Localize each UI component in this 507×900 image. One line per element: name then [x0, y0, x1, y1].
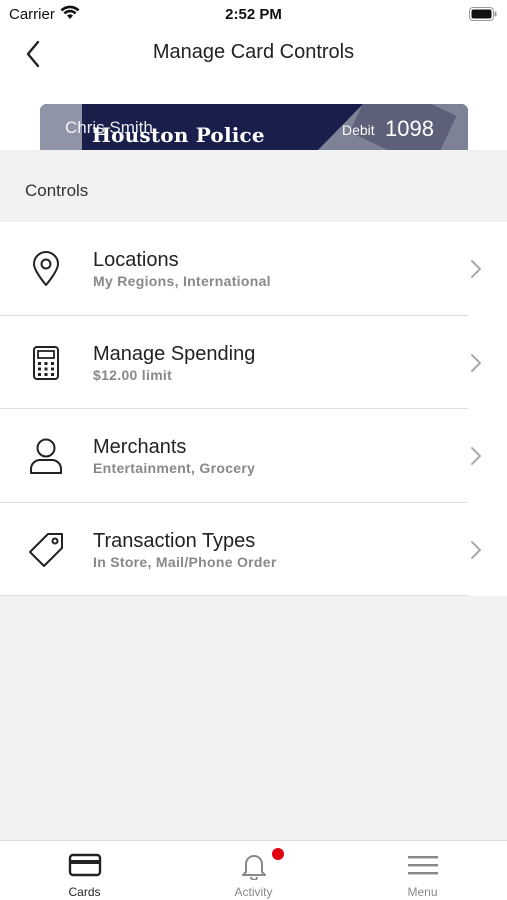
card-last-four: 1098 [385, 116, 434, 141]
tab-label: Activity [234, 885, 273, 899]
person-icon [25, 435, 67, 477]
calculator-icon [25, 342, 67, 384]
control-row-transaction-types[interactable]: Transaction Types In Store, Mail/Phone O… [0, 502, 507, 596]
control-title: Merchants [93, 436, 187, 458]
control-subtitle: Entertainment, Grocery [93, 460, 256, 476]
control-subtitle: In Store, Mail/Phone Order [93, 553, 277, 570]
tab-bar: Cards Activity Menu [0, 840, 507, 900]
section-title: Controls [25, 181, 89, 200]
control-title: Manage Spending [93, 342, 256, 365]
chevron-right-icon [471, 353, 481, 372]
section-header: Controls [0, 150, 507, 222]
card-type: Debit [342, 122, 375, 138]
tab-activity[interactable]: Activity [169, 841, 338, 900]
location-pin-icon [25, 248, 67, 290]
control-row-locations[interactable]: Locations My Regions, International [0, 222, 507, 316]
page-title: Manage Card Controls [152, 41, 355, 63]
chevron-right-icon [471, 260, 481, 278]
tab-label: Cards [68, 885, 101, 899]
tab-label: Menu [407, 885, 438, 899]
notification-badge [272, 848, 284, 860]
chevron-right-icon [471, 447, 481, 465]
control-title: Transaction Types [93, 529, 256, 552]
row-divider [0, 595, 468, 596]
bell-icon [240, 852, 268, 885]
menu-icon [407, 852, 439, 883]
navigation-bar: Manage Card Controls [0, 30, 507, 104]
control-subtitle: My Regions, International [93, 273, 271, 289]
card-preview-strip: Houston Police Chris Smith Debit 1098 [0, 104, 507, 150]
control-row-merchants[interactable]: Merchants Entertainment, Grocery [0, 409, 507, 503]
control-title: Locations [93, 249, 179, 271]
status-bar: Carrier 2:52 PM [0, 0, 507, 30]
control-row-manage-spending[interactable]: Manage Spending $12.00 limit [0, 315, 507, 409]
tab-menu[interactable]: Menu [338, 841, 507, 900]
control-subtitle: $12.00 limit [93, 366, 173, 383]
card-icon [68, 852, 102, 883]
controls-list: Locations My Regions, International Mana [0, 222, 507, 596]
status-time: 2:52 PM [225, 6, 282, 23]
card-image[interactable]: Houston Police Chris Smith Debit 1098 [40, 104, 468, 150]
battery-icon [469, 7, 497, 26]
tab-cards[interactable]: Cards [0, 841, 169, 900]
card-holder-name: Chris Smith [65, 118, 153, 137]
chevron-right-icon [471, 540, 481, 559]
tag-icon [25, 529, 67, 571]
